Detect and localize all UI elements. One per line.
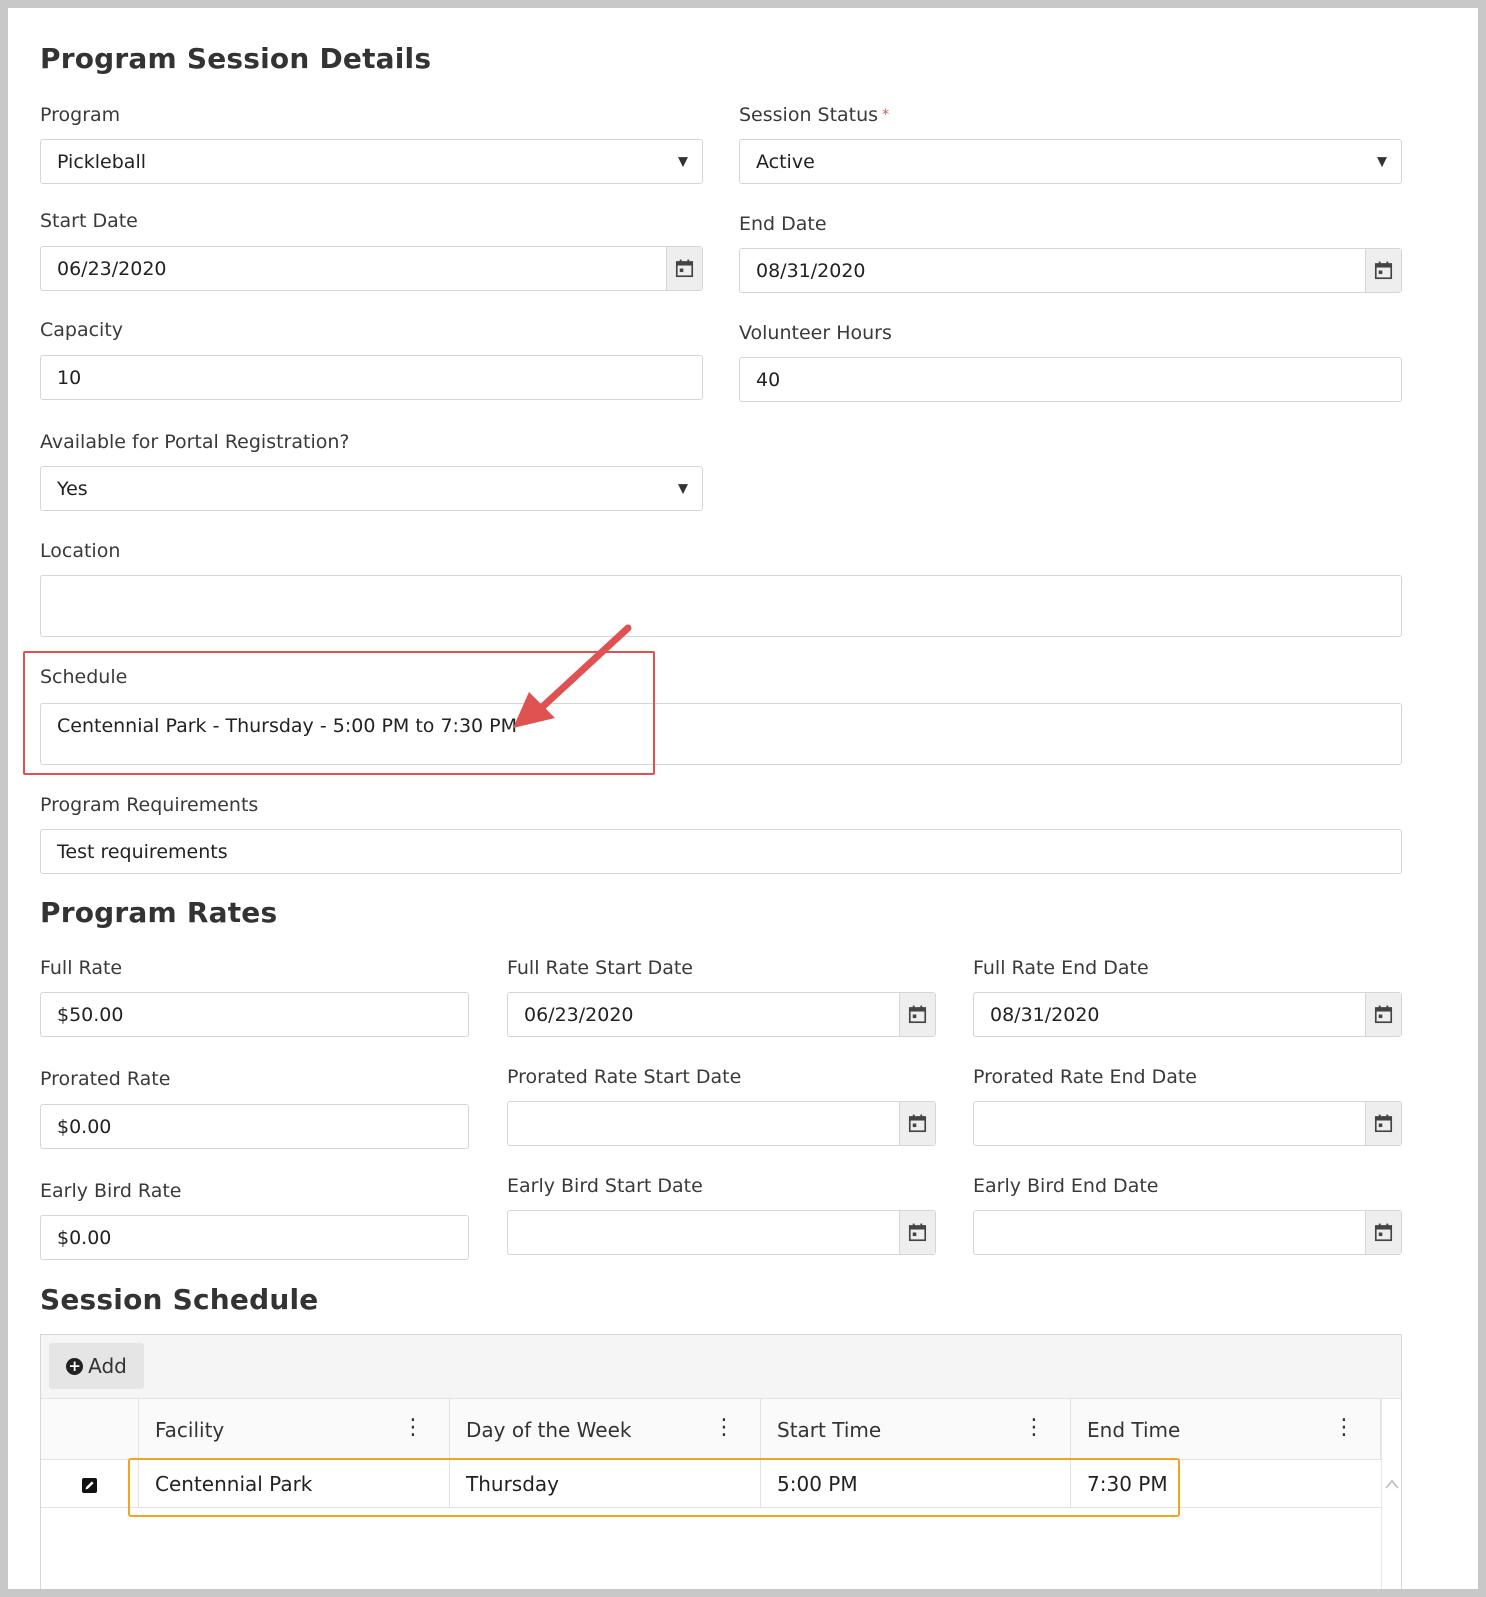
portal-registration-select[interactable]: Yes ▼ [40, 466, 703, 511]
capacity-label: Capacity [40, 319, 124, 341]
add-button[interactable]: + Add [49, 1343, 144, 1389]
portal-registration-label: Available for Portal Registration? [40, 431, 350, 453]
early-end-label: Early Bird End Date [973, 1175, 1159, 1197]
location-textarea[interactable] [40, 575, 1402, 637]
prorated-start-field[interactable] [507, 1101, 936, 1146]
column-header-label: Start Time [777, 1417, 882, 1442]
end-date-value: 08/31/2020 [756, 259, 866, 282]
kebab-menu-icon[interactable]: ⋮ [1023, 1417, 1045, 1439]
column-header-label: End Time [1087, 1417, 1181, 1442]
full-rate-input[interactable]: $50.00 [40, 992, 469, 1037]
volunteer-hours-input[interactable]: 40 [739, 357, 1402, 402]
early-rate-value: $0.00 [57, 1226, 112, 1249]
full-rate-value: $50.00 [57, 1003, 124, 1026]
program-value: Pickleball [57, 150, 146, 173]
kebab-menu-icon[interactable]: ⋮ [402, 1417, 424, 1439]
required-mark: * [882, 107, 890, 123]
end-date-field[interactable]: 08/31/2020 [739, 248, 1402, 293]
kebab-menu-icon[interactable]: ⋮ [1333, 1417, 1355, 1439]
portal-registration-value: Yes [57, 477, 88, 500]
start-date-value: 06/23/2020 [57, 257, 167, 280]
program-label: Program [40, 104, 121, 126]
prorated-rate-input[interactable]: $0.00 [40, 1104, 469, 1149]
early-end-field[interactable] [973, 1210, 1402, 1255]
add-button-label: Add [88, 1354, 127, 1378]
early-start-field[interactable] [507, 1210, 936, 1255]
calendar-icon[interactable] [1365, 1211, 1401, 1254]
caret-down-icon: ▼ [678, 154, 688, 169]
volunteer-hours-label: Volunteer Hours [739, 322, 892, 344]
end-date-label: End Date [739, 213, 827, 235]
calendar-icon[interactable] [666, 247, 702, 290]
program-select[interactable]: Pickleball ▼ [40, 139, 703, 184]
page: Program Session Details Program Pickleba… [8, 8, 1478, 1589]
capacity-value: 10 [57, 366, 82, 389]
start-date-label: Start Date [40, 210, 138, 232]
chevron-up-icon[interactable] [1385, 1479, 1399, 1489]
column-header-end-time[interactable]: End Time ⋮ [1070, 1399, 1381, 1460]
calendar-icon[interactable] [899, 993, 935, 1036]
session-status-label: Session Status * [739, 104, 889, 126]
column-header-label: Day of the Week [466, 1417, 632, 1442]
prorated-start-label: Prorated Rate Start Date [507, 1066, 742, 1088]
full-rate-end-field[interactable]: 08/31/2020 [973, 992, 1402, 1037]
calendar-icon[interactable] [1365, 993, 1401, 1036]
early-rate-label: Early Bird Rate [40, 1180, 182, 1202]
early-rate-input[interactable]: $0.00 [40, 1215, 469, 1260]
session-status-value: Active [756, 150, 815, 173]
red-arrow-annotation [513, 624, 632, 728]
session-status-label-text: Session Status [739, 104, 879, 126]
prorated-rate-value: $0.00 [57, 1115, 112, 1138]
caret-down-icon: ▼ [678, 481, 688, 496]
plus-circle-icon: + [66, 1357, 84, 1375]
full-rate-end-value: 08/31/2020 [990, 1003, 1100, 1026]
prorated-end-label: Prorated Rate End Date [973, 1066, 1198, 1088]
column-header-facility[interactable]: Facility ⋮ [138, 1399, 449, 1460]
requirements-label: Program Requirements [40, 794, 259, 816]
start-date-field[interactable]: 06/23/2020 [40, 246, 703, 291]
edit-icon[interactable] [82, 1478, 97, 1493]
section-title-details: Program Session Details [40, 42, 432, 75]
prorated-rate-label: Prorated Rate [40, 1068, 171, 1090]
volunteer-hours-value: 40 [756, 368, 781, 391]
caret-down-icon: ▼ [1377, 154, 1387, 169]
calendar-icon[interactable] [899, 1102, 935, 1145]
requirements-input[interactable]: Test requirements [40, 829, 1402, 874]
grid-toolbar: + Add [41, 1335, 1401, 1399]
column-header-day[interactable]: Day of the Week ⋮ [449, 1399, 760, 1460]
section-title-rates: Program Rates [40, 896, 278, 929]
prorated-end-field[interactable] [973, 1101, 1402, 1146]
kebab-menu-icon[interactable]: ⋮ [713, 1417, 735, 1439]
column-header-start-time[interactable]: Start Time ⋮ [760, 1399, 1070, 1460]
requirements-value: Test requirements [57, 840, 228, 863]
calendar-icon[interactable] [1365, 249, 1401, 292]
column-header-label: Facility [155, 1417, 225, 1442]
full-rate-start-value: 06/23/2020 [524, 1003, 634, 1026]
full-rate-start-field[interactable]: 06/23/2020 [507, 992, 936, 1037]
calendar-icon[interactable] [1365, 1102, 1401, 1145]
calendar-icon[interactable] [899, 1211, 935, 1254]
grid-scrollbar[interactable] [1381, 1399, 1401, 1589]
session-status-select[interactable]: Active ▼ [739, 139, 1402, 184]
full-rate-label: Full Rate [40, 957, 123, 979]
capacity-input[interactable]: 10 [40, 355, 703, 400]
full-rate-end-label: Full Rate End Date [973, 957, 1149, 979]
row-annotation-box [128, 1458, 1180, 1517]
location-label: Location [40, 540, 121, 562]
section-title-session-schedule: Session Schedule [40, 1283, 319, 1316]
full-rate-start-label: Full Rate Start Date [507, 957, 694, 979]
early-start-label: Early Bird Start Date [507, 1175, 703, 1197]
grid-header: Facility ⋮ Day of the Week ⋮ Start Time … [41, 1399, 1381, 1460]
